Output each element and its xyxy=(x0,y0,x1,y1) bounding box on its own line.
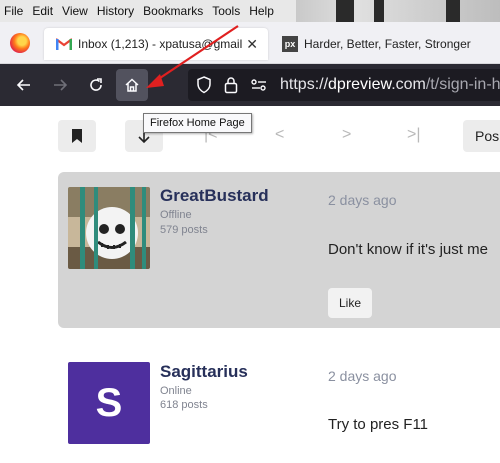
home-tooltip: Firefox Home Page xyxy=(143,113,252,133)
url-text[interactable]: https://dpreview.com/t/sign-in-has-c xyxy=(280,76,500,94)
forward-arrow-icon xyxy=(54,79,68,91)
menu-edit[interactable]: Edit xyxy=(32,4,53,18)
reload-button[interactable] xyxy=(80,69,112,101)
post-button[interactable]: Pos xyxy=(463,120,500,152)
forward-button[interactable] xyxy=(44,69,76,101)
user-status: Offline xyxy=(160,209,192,221)
desktop-background-strip xyxy=(296,0,500,22)
bookmark-button[interactable] xyxy=(58,120,96,152)
avatar[interactable]: S xyxy=(68,362,150,444)
back-arrow-icon xyxy=(16,79,30,91)
back-button[interactable] xyxy=(8,69,40,101)
tab-label: Inbox (1,213) - xpatusa@gmail xyxy=(78,37,243,51)
menu-bookmarks[interactable]: Bookmarks xyxy=(143,4,203,18)
px-icon: px xyxy=(282,36,298,52)
post-date[interactable]: 2 days ago xyxy=(328,192,397,208)
firefox-logo-icon[interactable] xyxy=(10,33,30,53)
post-count: 618 posts xyxy=(160,399,208,411)
post-count: 579 posts xyxy=(160,224,208,236)
url-scheme: https:// xyxy=(280,76,329,93)
url-host-suffix: .com xyxy=(391,76,426,93)
lock-icon[interactable] xyxy=(224,76,238,94)
like-button[interactable]: Like xyxy=(328,288,372,318)
tab-bar: Inbox (1,213) - xpatusa@gmail ✕ px Harde… xyxy=(0,22,500,64)
avatar[interactable] xyxy=(68,187,150,269)
post-text: Try to pres F11 xyxy=(328,416,429,433)
menu-file[interactable]: File xyxy=(4,4,23,18)
menu-history[interactable]: History xyxy=(97,4,134,18)
menu-view[interactable]: View xyxy=(62,4,88,18)
home-button[interactable] xyxy=(116,69,148,101)
menu-help[interactable]: Help xyxy=(249,4,274,18)
url-path: /t/sign-in-has-c xyxy=(425,76,500,93)
tab-gmail[interactable]: Inbox (1,213) - xpatusa@gmail ✕ xyxy=(44,28,268,60)
url-host: dpreview xyxy=(328,76,392,93)
post-card: S Sagittarius Online 618 posts 2 days ag… xyxy=(58,350,500,463)
bookmark-icon xyxy=(72,129,82,143)
shield-icon[interactable] xyxy=(196,76,212,94)
permissions-icon[interactable] xyxy=(250,76,268,94)
menu-tools[interactable]: Tools xyxy=(212,4,240,18)
tab-harder-better[interactable]: px Harder, Better, Faster, Stronger xyxy=(276,28,500,60)
post-date[interactable]: 2 days ago xyxy=(328,368,397,384)
post-card: GreatBustard Offline 579 posts 2 days ag… xyxy=(58,172,500,328)
next-page-button[interactable]: > xyxy=(342,126,351,144)
tab-label: Harder, Better, Faster, Stronger xyxy=(304,37,471,51)
username[interactable]: Sagittarius xyxy=(160,362,248,382)
gmail-icon xyxy=(56,38,72,50)
last-page-button[interactable]: >| xyxy=(407,126,421,144)
post-text: Don't know if it's just me xyxy=(328,241,488,258)
reload-icon xyxy=(90,78,102,91)
url-bar[interactable]: https://dpreview.com/t/sign-in-has-c xyxy=(188,69,500,101)
home-icon xyxy=(125,78,139,92)
username[interactable]: GreatBustard xyxy=(160,186,269,206)
close-icon[interactable]: ✕ xyxy=(246,36,258,53)
navigation-bar: https://dpreview.com/t/sign-in-has-c xyxy=(0,64,500,106)
user-status: Online xyxy=(160,385,192,397)
prev-page-button[interactable]: < xyxy=(275,126,284,144)
browser-window: File Edit View History Bookmarks Tools H… xyxy=(0,0,500,463)
